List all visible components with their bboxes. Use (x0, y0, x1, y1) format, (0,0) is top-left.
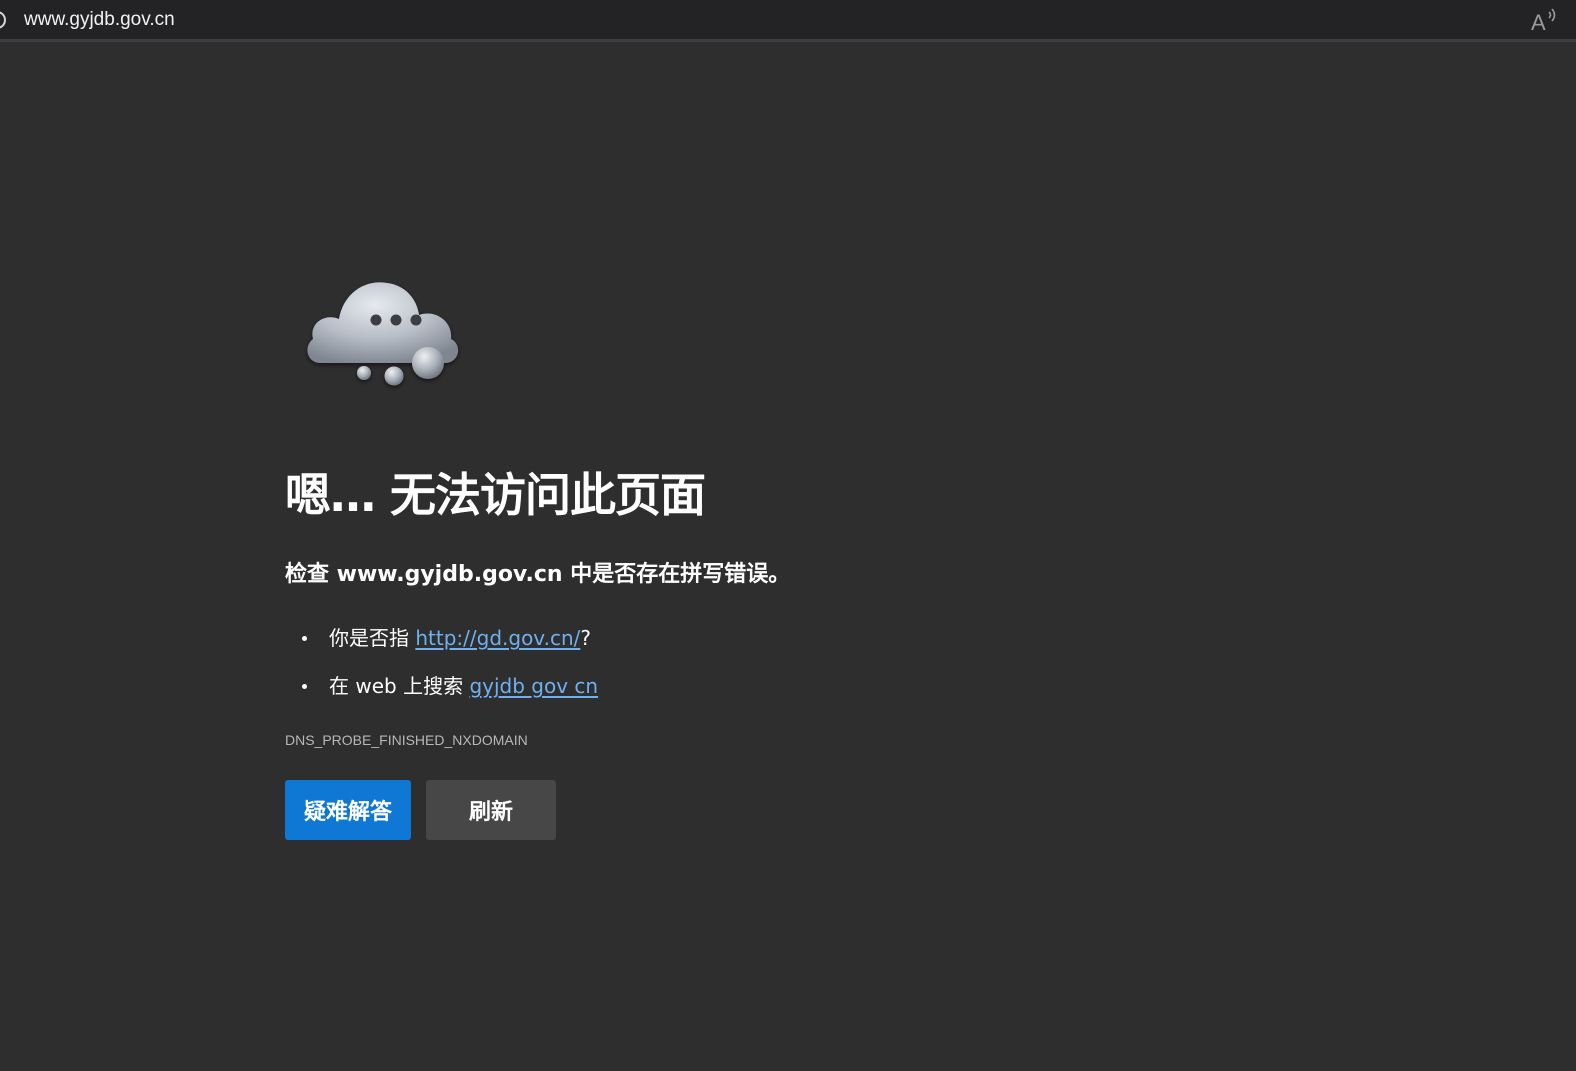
suggestion-text: 你是否指 (329, 626, 416, 650)
bullet-icon (302, 636, 307, 641)
web-search-link[interactable]: gyjdb gov cn (469, 674, 598, 698)
read-aloud-icon[interactable]: A (1530, 6, 1560, 36)
error-code: DNS_PROBE_FINISHED_NXDOMAIN (285, 732, 528, 748)
address-bar: www.gyjdb.gov.cn A (0, 0, 1576, 42)
suggested-url-link[interactable]: http://gd.gov.cn/ (415, 626, 580, 650)
refresh-button[interactable]: 刷新 (426, 780, 556, 840)
troubleshoot-button[interactable]: 疑难解答 (285, 780, 411, 840)
page-title: 嗯… 无法访问此页面 (285, 468, 706, 522)
url-text[interactable]: www.gyjdb.gov.cn (24, 8, 175, 32)
suggestion-suffix: ? (580, 626, 591, 650)
svg-text:A: A (1531, 10, 1546, 35)
cloud-icon (307, 282, 459, 386)
site-info-icon[interactable] (0, 11, 6, 29)
bullet-icon (302, 684, 307, 689)
suggestion-list: 你是否指 http://gd.gov.cn/? 在 web 上搜索 gyjdb … (285, 621, 598, 717)
suggestion-item: 在 web 上搜索 gyjdb gov cn (285, 669, 598, 717)
error-subtitle: 检查 www.gyjdb.gov.cn 中是否存在拼写错误。 (285, 562, 791, 587)
suggestion-item: 你是否指 http://gd.gov.cn/? (285, 621, 598, 669)
suggestion-text: 在 web 上搜索 (329, 674, 470, 698)
